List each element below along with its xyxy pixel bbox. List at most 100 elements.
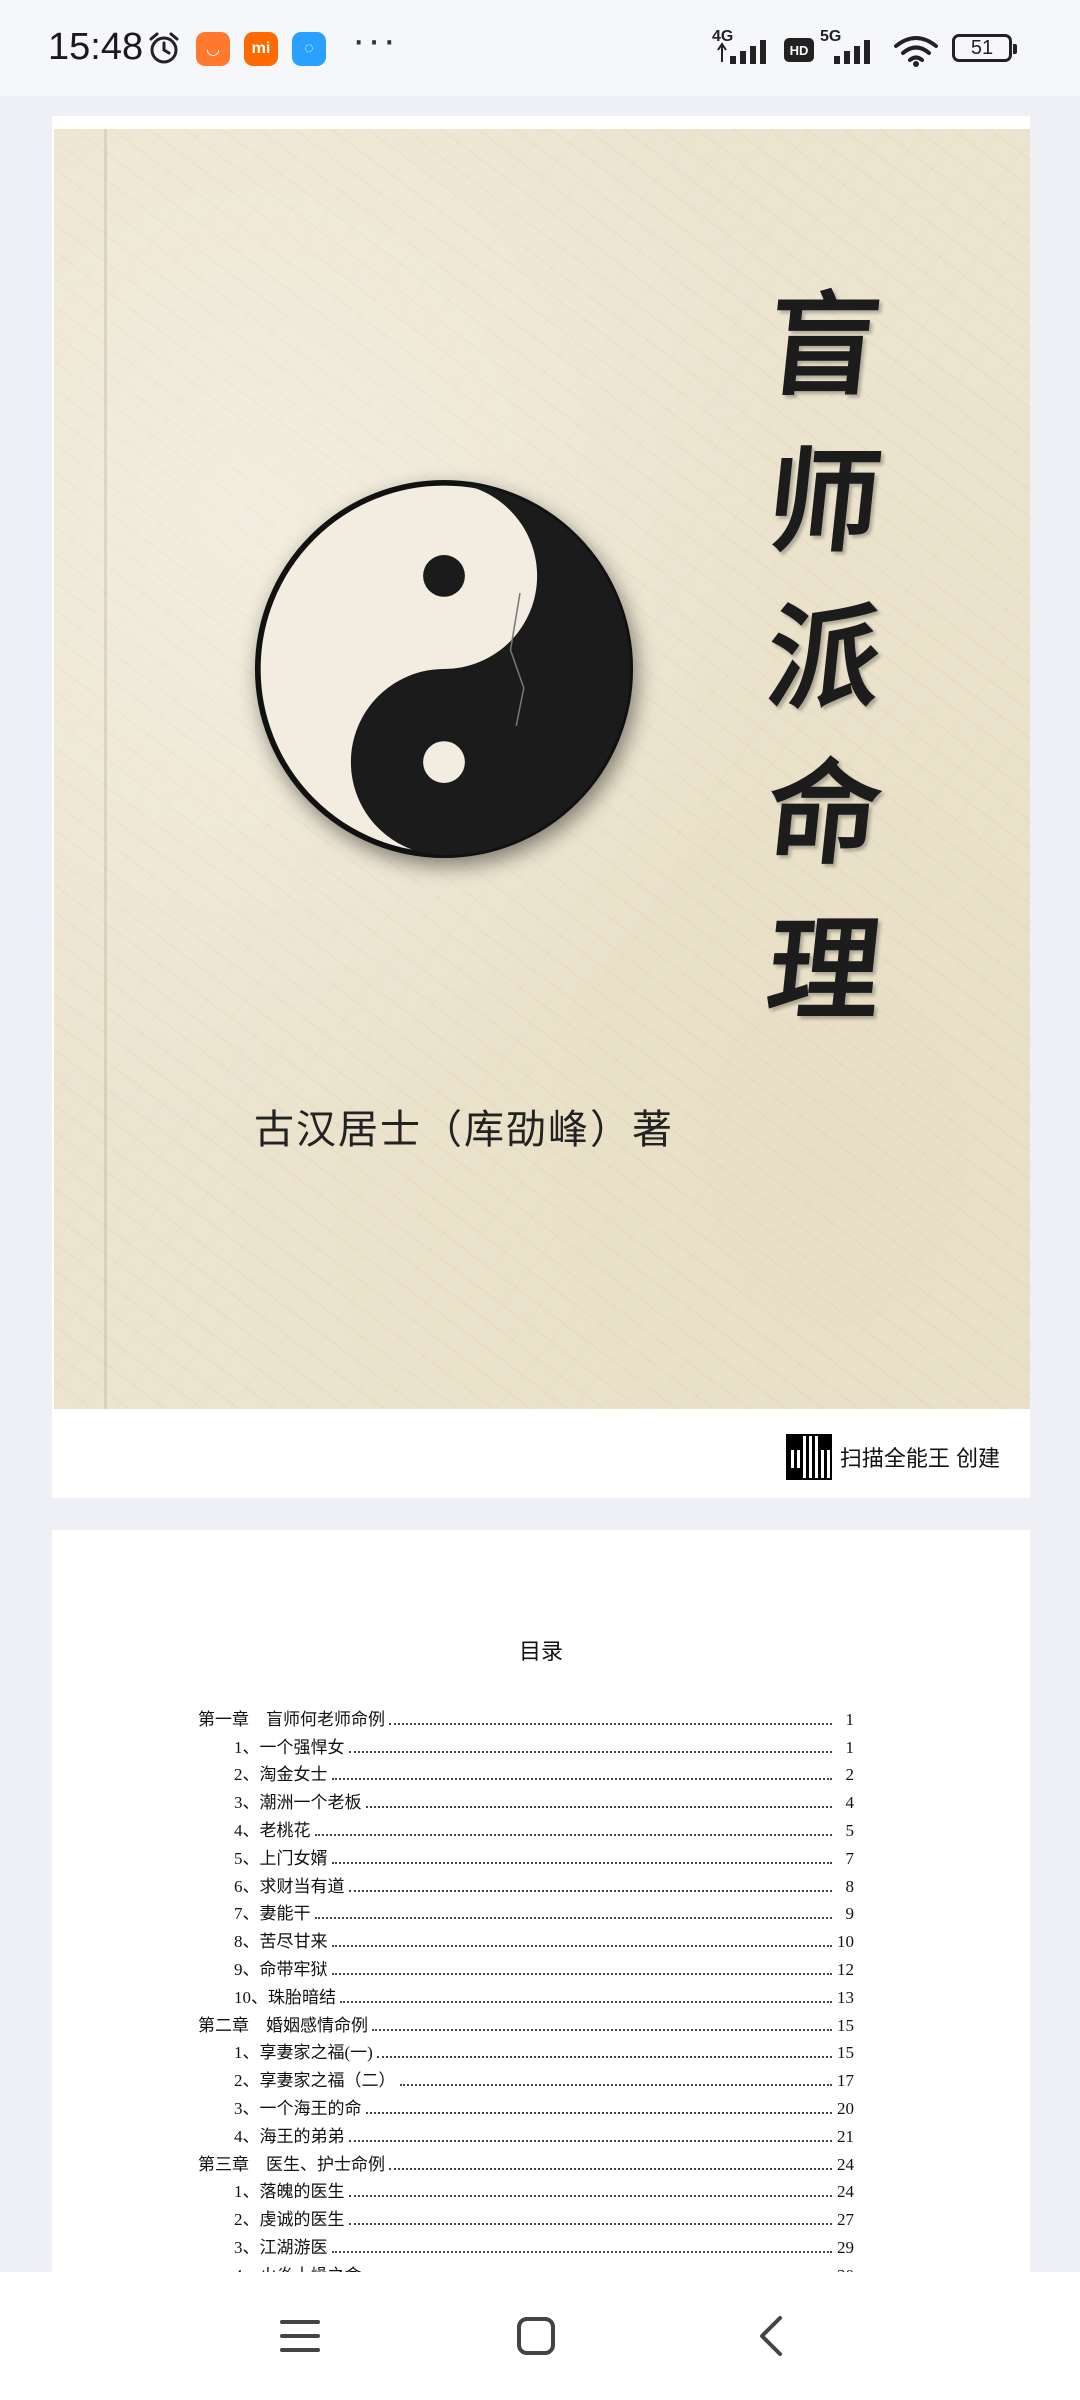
wifi-icon	[892, 34, 940, 73]
toc-leader-dots	[376, 2056, 832, 2059]
document-page-toc: 目录 第一章 盲师何老师命例 1 1、一个强悍女 1 2、淘金女士 2 3、潮洲一个老板 4 4…	[52, 1530, 1030, 2400]
xiaomi-store-icon: ◡	[196, 32, 230, 66]
toc-entry-label: 1、落魄的医生	[234, 2182, 345, 2202]
cover-title: 盲 师 派 命 理	[749, 269, 899, 1049]
toc-leader-dots	[340, 2000, 832, 2003]
toc-entry-page: 24	[837, 2182, 854, 2202]
toc-entry-label: 9、命带牢狱	[234, 1959, 328, 1979]
battery-indicator: 51	[952, 34, 1017, 62]
book-cover-image: 盲 师 派 命 理 古汉居士（库劭峰）著	[54, 129, 1030, 1409]
toc-entry-page: 1	[845, 1709, 855, 1729]
toc-item-row: 10、珠胎暗结 13	[198, 1980, 854, 2008]
toc-entry-label: 第一章 盲师何老师命例	[198, 1709, 385, 1729]
toc-item-row: 2、淘金女士 2	[198, 1758, 854, 1786]
toc-leader-dots	[331, 1972, 832, 1975]
toc-leader-dots	[389, 1722, 832, 1725]
toc-leader-dots	[348, 2139, 832, 2142]
toc-item-row: 4、海王的弟弟 21	[198, 2119, 854, 2147]
toc-leader-dots	[331, 1945, 832, 1948]
toc-leader-dots	[348, 2195, 832, 2198]
toc-leader-dots	[331, 1778, 832, 1781]
scanner-watermark: 扫描全能王 创建	[785, 1434, 1000, 1480]
watermark-text: 扫描全能王 创建	[839, 1446, 1000, 1471]
system-navigation-bar	[0, 2272, 1080, 2400]
document-page-cover: 盲 师 派 命 理 古汉居士（库劭峰）著 扫描全能王 创建	[52, 116, 1030, 1498]
toc-leader-dots	[365, 1806, 832, 1809]
toc-title: 目录	[518, 1639, 563, 1664]
cover-author: 古汉居士（库劭峰）著	[254, 1107, 674, 1152]
toc-entry-label: 1、享妻家之福(一)	[234, 2043, 373, 2063]
toc-entry-label: 4、老桃花	[234, 1820, 311, 1840]
toc-item-row: 7、妻能干 9	[198, 1897, 854, 1925]
toc-entry-page: 4	[845, 1793, 855, 1813]
chat-app-icon: ◌	[292, 32, 326, 66]
alarm-clock-icon	[146, 30, 182, 71]
toc-entry-page: 5	[845, 1820, 855, 1840]
toc-item-row: 4、老桃花 5	[198, 1813, 854, 1841]
toc-leader-dots	[314, 1917, 832, 1920]
toc-item-row: 1、落魄的医生 24	[198, 2175, 854, 2203]
toc-entry-label: 10、珠胎暗结	[234, 1987, 336, 2007]
cover-title-char: 师	[761, 437, 887, 568]
cover-title-char: 派	[761, 593, 887, 724]
toc-entry-page: 13	[837, 1987, 854, 2007]
toc-entry-label: 8、苦尽甘来	[234, 1932, 328, 1952]
toc-leader-dots	[348, 1750, 832, 1753]
toc-leader-dots	[331, 2250, 832, 2253]
toc-entry-page: 9	[845, 1904, 855, 1924]
toc-chapter-row: 第二章 婚姻感情命例 15	[198, 2008, 854, 2036]
signal-icon-1	[716, 36, 774, 71]
toc-entry-page: 10	[837, 1932, 854, 1952]
toc-leader-dots	[389, 2167, 832, 2170]
toc-entry-page: 17	[837, 2071, 854, 2091]
toc-item-row: 8、苦尽甘来 10	[198, 1924, 854, 1952]
toc-leader-dots	[348, 2223, 832, 2226]
toc-entry-label: 第三章 医生、护士命例	[198, 2154, 385, 2174]
toc-entry-label: 6、求财当有道	[234, 1876, 345, 1896]
toc-entry-page: 27	[837, 2210, 854, 2230]
cover-title-char: 盲	[761, 281, 887, 412]
toc-item-row: 3、一个海王的命 20	[198, 2091, 854, 2119]
hd-icon: HD	[784, 38, 814, 62]
back-chevron-icon[interactable]	[742, 2306, 802, 2366]
toc-entry-label: 3、一个海王的命	[234, 2098, 362, 2118]
cover-title-char: 理	[761, 905, 887, 1036]
toc-item-row: 1、一个强悍女 1	[198, 1730, 854, 1758]
clock-time: 15:48	[48, 26, 144, 68]
toc-leader-dots	[365, 2111, 832, 2114]
toc-entry-page: 8	[845, 1876, 855, 1896]
toc-entry-page: 7	[845, 1848, 855, 1868]
status-bar: 15:48 ◡ mi ◌ ··· 4G HD 5G 51	[0, 0, 1080, 96]
toc-item-row: 2、享妻家之福（二） 17	[198, 2063, 854, 2091]
taiji-yin-yang-icon	[254, 479, 634, 859]
toc-item-row: 3、潮洲一个老板 4	[198, 1785, 854, 1813]
toc-entry-label: 2、淘金女士	[234, 1765, 328, 1785]
toc-leader-dots	[331, 1861, 832, 1864]
toc-entry-page: 24	[837, 2154, 854, 2174]
toc-entry-label: 2、享妻家之福（二）	[234, 2071, 396, 2091]
toc-entry-page: 2	[845, 1765, 855, 1785]
toc-entry-page: 15	[837, 2043, 854, 2063]
toc-leader-dots	[372, 2028, 832, 2031]
toc-entry-label: 第二章 婚姻感情命例	[198, 2015, 368, 2035]
qr-code-icon	[785, 1434, 832, 1480]
toc-entry-page: 12	[837, 1959, 854, 1979]
toc-item-row: 3、江湖游医 29	[198, 2230, 854, 2258]
toc-entry-label: 2、虔诚的医生	[234, 2210, 345, 2230]
toc-entry-label: 5、上门女婿	[234, 1848, 328, 1868]
toc-item-row: 9、命带牢狱 12	[198, 1952, 854, 1980]
toc-leader-dots	[399, 2084, 832, 2087]
toc-entry-page: 20	[837, 2098, 854, 2118]
toc-item-row: 1、享妻家之福(一) 15	[198, 2036, 854, 2064]
toc-chapter-row: 第三章 医生、护士命例 24	[198, 2147, 854, 2175]
menu-icon[interactable]	[270, 2306, 330, 2366]
toc-entry-label: 3、潮洲一个老板	[234, 1793, 362, 1813]
toc-entry-page: 29	[837, 2237, 854, 2257]
toc-item-row: 5、上门女婿 7	[198, 1841, 854, 1869]
toc-leader-dots	[314, 1833, 832, 1836]
home-square-icon[interactable]	[506, 2306, 566, 2366]
toc-leader-dots	[348, 1889, 832, 1892]
toc-list: 第一章 盲师何老师命例 1 1、一个强悍女 1 2、淘金女士 2 3、潮洲一个老板 4 4、老桃…	[198, 1702, 854, 2286]
more-notifications-icon: ···	[352, 18, 398, 62]
toc-item-row: 2、虔诚的医生 27	[198, 2202, 854, 2230]
